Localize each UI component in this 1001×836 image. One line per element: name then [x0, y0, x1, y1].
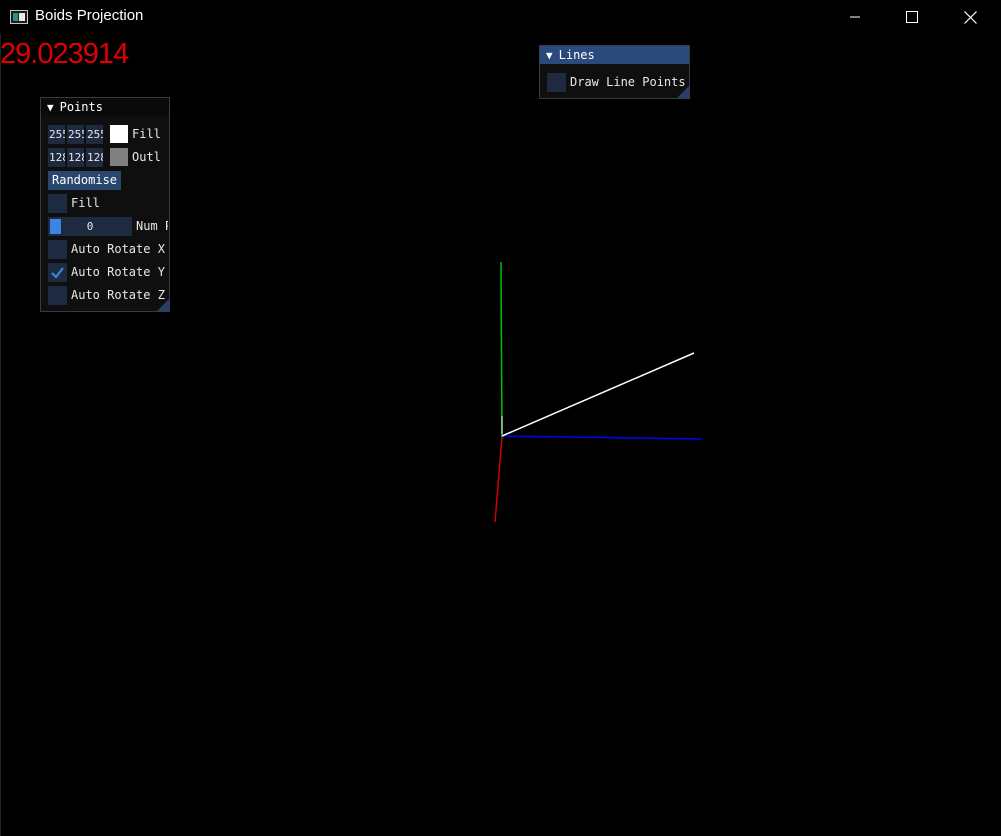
lines-panel-header[interactable]: ▼ Lines — [540, 46, 689, 64]
num-points-row: 0 Num Points — [48, 216, 168, 236]
auto-rotate-y-checkbox[interactable] — [48, 262, 67, 282]
fill-color-label: Fill — [132, 127, 161, 141]
outline-color-swatch[interactable] — [110, 148, 128, 166]
points-panel-title: Points — [59, 100, 103, 114]
lines-panel[interactable]: ▼ Lines Draw Line Points — [539, 45, 690, 99]
points-panel[interactable]: ▼ Points 255 255 255 Fill 128 128 128 Ou… — [40, 97, 170, 312]
auto-rotate-z-row: Auto Rotate Z — [48, 285, 165, 305]
resize-grip-icon[interactable] — [157, 299, 169, 311]
auto-rotate-x-label: Auto Rotate X — [71, 242, 165, 256]
outline-color-row: 128 128 128 Outline — [48, 147, 160, 167]
projected-line — [501, 352, 695, 437]
fill-checkbox-label: Fill — [71, 196, 100, 210]
outline-color-label: Outline — [132, 150, 160, 164]
fill-color-swatch[interactable] — [110, 125, 128, 143]
num-points-value: 0 — [86, 219, 94, 233]
checkmark-icon — [51, 266, 64, 279]
axis-x-line — [501, 435, 702, 440]
draw-line-points-label: Draw Line Points — [570, 75, 686, 89]
fill-b-input[interactable]: 255 — [86, 124, 103, 144]
randomise-button[interactable]: Randomise — [48, 170, 122, 190]
auto-rotate-z-label: Auto Rotate Z — [71, 288, 165, 302]
axis-y-line — [500, 261, 503, 438]
num-points-label: Num Points — [136, 219, 168, 233]
fill-toggle-row: Fill — [48, 193, 100, 213]
auto-rotate-y-row: Auto Rotate Y — [48, 262, 165, 282]
outline-b-input[interactable]: 128 — [86, 147, 103, 167]
fill-g-input[interactable]: 255 — [67, 124, 84, 144]
axis-z-line — [494, 436, 503, 523]
auto-rotate-x-checkbox[interactable] — [48, 239, 67, 259]
num-points-slider[interactable]: 0 — [48, 216, 132, 236]
draw-line-points-row: Draw Line Points — [547, 72, 686, 92]
fill-r-input[interactable]: 255 — [48, 124, 65, 144]
randomise-row: Randomise — [48, 170, 122, 190]
lines-panel-title: Lines — [558, 48, 595, 62]
resize-grip-icon[interactable] — [677, 86, 689, 98]
fill-color-row: 255 255 255 Fill — [48, 124, 162, 144]
collapse-arrow-icon[interactable]: ▼ — [47, 101, 54, 114]
auto-rotate-x-row: Auto Rotate X — [48, 239, 165, 259]
collapse-arrow-icon[interactable]: ▼ — [546, 49, 553, 62]
fill-checkbox[interactable] — [48, 193, 67, 213]
draw-line-points-checkbox[interactable] — [547, 72, 566, 92]
outline-r-input[interactable]: 128 — [48, 147, 65, 167]
fps-readout: 29.023914 — [0, 38, 129, 70]
auto-rotate-z-checkbox[interactable] — [48, 285, 67, 305]
points-panel-header[interactable]: ▼ Points — [41, 98, 169, 116]
auto-rotate-y-label: Auto Rotate Y — [71, 265, 165, 279]
outline-g-input[interactable]: 128 — [67, 147, 84, 167]
